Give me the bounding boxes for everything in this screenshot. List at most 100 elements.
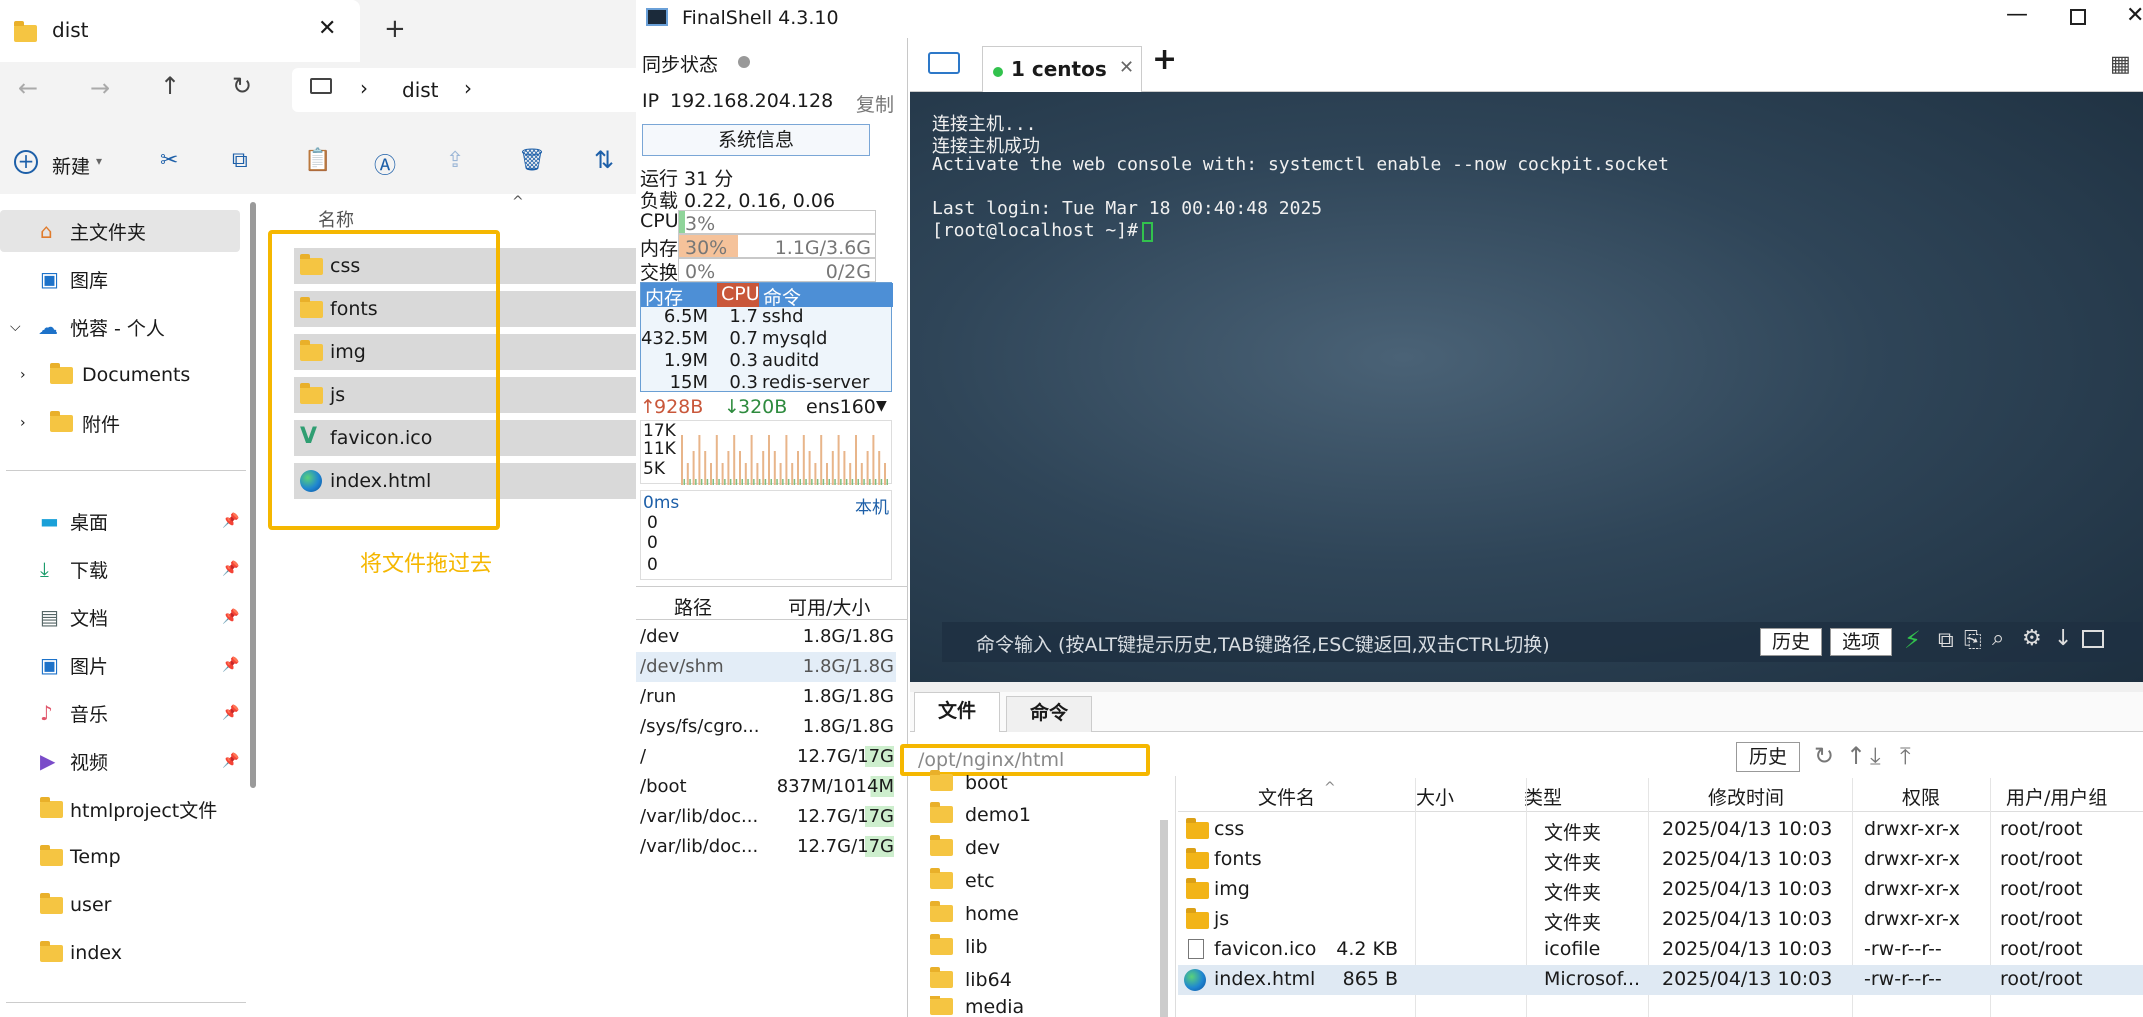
sidebar-item-user[interactable]: user [0, 884, 240, 926]
sidebar-item-music[interactable]: ♪ 音乐 📌 [0, 692, 240, 734]
disk-row[interactable]: /dev/shm 1.8G/1.8G [636, 652, 896, 682]
dir-item-demo1[interactable]: demo1 [930, 798, 1160, 831]
explorer-tab[interactable]: dist ✕ [0, 0, 360, 62]
remote-file-row[interactable]: favicon.ico 4.2 KB icofile 2025/04/13 10… [1178, 935, 2143, 965]
dir-item-home[interactable]: home [930, 897, 1160, 930]
tree-scrollbar[interactable] [1160, 820, 1168, 1017]
tab-commands[interactable]: 命令 [1006, 696, 1092, 732]
sidebar-item-htmlproject[interactable]: htmlproject文件 [0, 788, 240, 830]
disk-row[interactable]: /boot 837M/1014M [636, 772, 896, 802]
dir-item-lib64[interactable]: lib64 [930, 963, 1160, 996]
share-icon[interactable]: ⇪ [446, 148, 464, 173]
open-folder-icon[interactable] [928, 52, 960, 74]
process-row[interactable]: 15M 0.3 redis-server [640, 368, 898, 398]
remote-file-row[interactable]: js 文件夹 2025/04/13 10:03 drwxr-xr-x root/… [1178, 905, 2143, 935]
col-size[interactable]: 大小 [1416, 783, 1454, 810]
col-owner[interactable]: 用户/用户组 [2006, 783, 2107, 810]
refresh-icon[interactable]: ↻ [1814, 742, 1834, 770]
download-icon[interactable]: ↓ [2054, 626, 2072, 651]
command-options-button[interactable]: 选项 [1830, 628, 1892, 656]
pin-icon[interactable]: 📌 [222, 513, 239, 529]
disk-col-size[interactable]: 可用/大小 [788, 593, 870, 620]
close-icon[interactable]: ✕ [2126, 3, 2143, 28]
disk-row[interactable]: /var/lib/doc... 12.7G/17G [636, 802, 896, 832]
dir-item-boot[interactable]: boot [930, 766, 1160, 799]
col-filename[interactable]: 文件名 [1258, 783, 1315, 810]
upload-icon[interactable]: ⤒ [1900, 742, 1911, 770]
paste-icon[interactable]: 📋 [304, 148, 331, 173]
lightning-icon[interactable]: ⚡ [1904, 626, 1921, 654]
dir-item-media[interactable]: media [930, 996, 1160, 1017]
pin-icon[interactable]: 📌 [222, 561, 239, 577]
refresh-icon[interactable]: ↻ [232, 72, 252, 100]
cut-icon[interactable]: ✂ [160, 148, 178, 173]
delete-icon[interactable]: 🗑 [518, 148, 546, 173]
col-mtime[interactable]: 修改时间 [1708, 783, 1784, 810]
gear-icon[interactable]: ⚙ [2022, 626, 2042, 651]
disk-row[interactable]: / 12.7G/17G [636, 742, 896, 772]
back-arrow-icon[interactable]: ← [18, 74, 38, 102]
rename-icon[interactable]: Ⓐ [374, 148, 396, 180]
dir-item-etc[interactable]: etc [930, 864, 1160, 897]
add-session-button[interactable]: + [1152, 42, 1177, 77]
sidebar-item-pictures[interactable]: ▣ 图片 📌 [0, 644, 240, 686]
disk-col-path[interactable]: 路径 [674, 593, 712, 620]
sidebar-item-home[interactable]: ⌂ 主文件夹 [0, 210, 240, 252]
splitter[interactable] [910, 682, 2143, 692]
sidebar-item-temp[interactable]: Temp [0, 836, 240, 878]
chevron-down-icon[interactable]: ▼ [876, 398, 887, 414]
maximize-icon[interactable] [2070, 9, 2086, 25]
sidebar-item-documents[interactable]: › Documents [0, 354, 240, 396]
col-perm[interactable]: 权限 [1902, 783, 1940, 810]
sort-icon[interactable]: ⇅ [594, 146, 614, 174]
sidebar-item-onedrive[interactable]: ⌵ ☁ 悦蓉 - 个人 [0, 306, 240, 348]
sidebar-item-gallery[interactable]: ▣ 图库 [0, 258, 240, 300]
remote-file-row[interactable]: index.html 865 B Microsof... 2025/04/13 … [1178, 965, 2143, 995]
forward-arrow-icon[interactable]: → [90, 74, 110, 102]
sidebar-item-videos[interactable]: ▶ 视频 📌 [0, 740, 240, 782]
disk-row[interactable]: /sys/fs/cgro... 1.8G/1.8G [636, 712, 896, 742]
layout-grid-icon[interactable]: ▦ [2110, 52, 2131, 77]
fullscreen-icon[interactable] [2082, 630, 2104, 648]
search-icon[interactable]: ⌕ [1992, 626, 2004, 651]
up-dir-icon[interactable]: ↑ [1846, 742, 1866, 770]
sidebar-item-desktop[interactable]: ▬ 桌面 📌 [0, 500, 240, 542]
command-history-button[interactable]: 历史 [1760, 628, 1822, 656]
download-icon[interactable]: ⤓ [1870, 742, 1881, 770]
copy-ip-link[interactable]: 复制 [856, 90, 894, 117]
disk-row[interactable]: /var/lib/doc... 12.7G/17G [636, 832, 896, 862]
command-input[interactable]: 命令输入 (按ALT键提示历史,TAB键路径,ESC键返回,双击CTRL切换) [976, 630, 1550, 657]
disk-row[interactable]: /run 1.8G/1.8G [636, 682, 896, 712]
ping-host[interactable]: 本机 [855, 493, 889, 518]
pin-icon[interactable]: 📌 [222, 705, 239, 721]
path-history-button[interactable]: 历史 [1736, 742, 1800, 772]
net-interface-select[interactable]: ens160 [806, 396, 876, 418]
dir-item-lib[interactable]: lib [930, 930, 1160, 963]
remote-file-row[interactable]: fonts 文件夹 2025/04/13 10:03 drwxr-xr-x ro… [1178, 845, 2143, 875]
tab-files[interactable]: 文件 [914, 692, 1000, 732]
copy-icon[interactable]: ⧉ [232, 148, 248, 173]
copy-icon[interactable]: ⧉ [1938, 628, 1954, 653]
pin-icon[interactable]: 📌 [222, 657, 239, 673]
sidebar-item-downloads[interactable]: ⤓ 下载 📌 [0, 548, 240, 590]
close-tab-icon[interactable]: ✕ [1119, 57, 1134, 78]
col-type[interactable]: 类型 [1524, 783, 1562, 810]
sidebar-item-attachments[interactable]: › 附件 [0, 402, 240, 444]
address-bar[interactable]: › dist › [292, 68, 636, 112]
close-tab-icon[interactable]: ✕ [318, 16, 336, 41]
chevron-down-icon[interactable]: ▾ [96, 154, 102, 168]
minimize-icon[interactable]: — [2006, 2, 2028, 27]
command-input-bar[interactable]: 命令输入 (按ALT键提示历史,TAB键路径,ESC键返回,双击CTRL切换) … [942, 622, 2142, 662]
pin-icon[interactable]: 📌 [222, 609, 239, 625]
column-header-name[interactable]: 名称 [318, 206, 354, 232]
sidebar-scrollbar[interactable] [250, 202, 256, 788]
up-arrow-icon[interactable]: ↑ [160, 72, 180, 100]
system-info-button[interactable]: 系统信息 [642, 124, 870, 156]
remote-file-row[interactable]: img 文件夹 2025/04/13 10:03 drwxr-xr-x root… [1178, 875, 2143, 905]
terminal[interactable]: 连接主机... 连接主机成功 Activate the web console … [910, 92, 2143, 682]
remote-file-row[interactable]: css 文件夹 2025/04/13 10:03 drwxr-xr-x root… [1178, 815, 2143, 845]
new-button[interactable]: 新建 [52, 152, 90, 179]
new-tab-button[interactable]: + [384, 14, 406, 44]
breadcrumb-dist[interactable]: dist [402, 78, 439, 102]
pin-icon[interactable]: 📌 [222, 753, 239, 769]
